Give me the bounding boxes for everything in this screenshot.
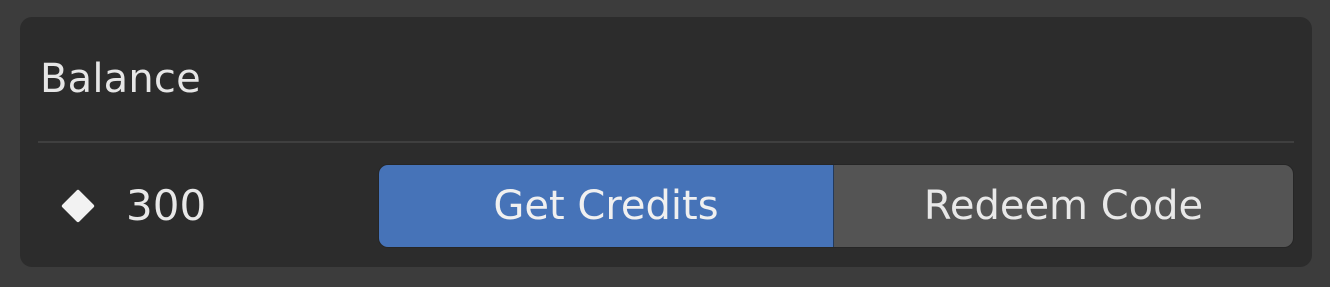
balance-row: 300 Get Credits Redeem Code [20,143,1312,267]
get-credits-button[interactable]: Get Credits [379,165,834,247]
credit-actions: Get Credits Redeem Code [378,164,1294,248]
balance-panel: Balance 300 Get Credits Redeem Code [20,17,1312,267]
redeem-code-button[interactable]: Redeem Code [834,165,1293,247]
diamond-icon [61,189,95,223]
panel-title: Balance [40,56,201,102]
credits-amount: 300 [126,181,207,230]
